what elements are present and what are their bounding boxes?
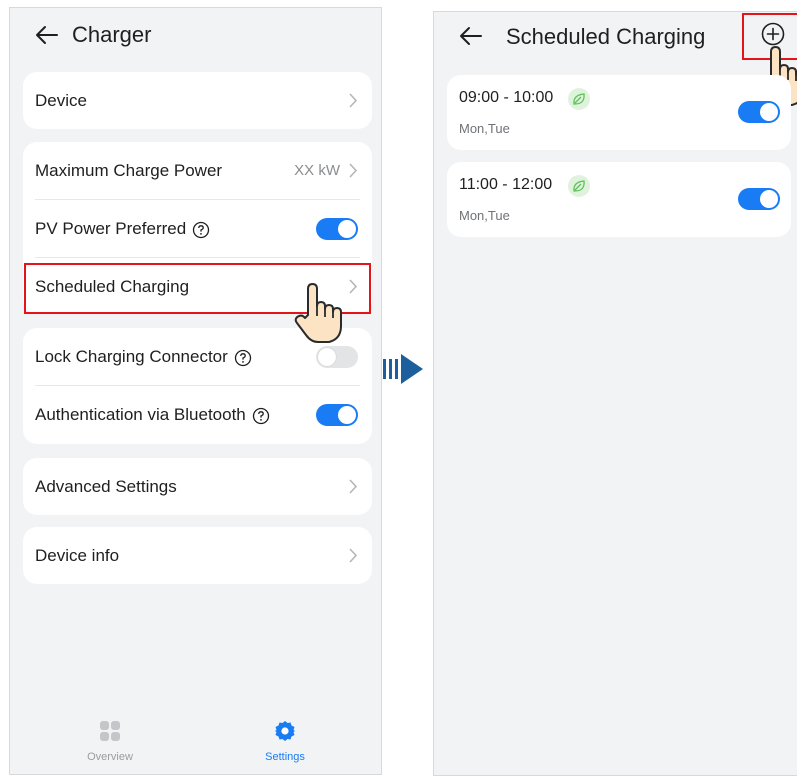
schedule-toggle[interactable]: [738, 101, 780, 123]
page-title: Scheduled Charging: [506, 24, 706, 49]
schedule-time: 11:00 - 12:00: [459, 176, 553, 193]
schedule-item[interactable]: 09:00 - 10:00 Mon,Tue: [447, 75, 791, 150]
security-settings-card: Lock Charging Connector Authentication v…: [23, 328, 372, 444]
max-charge-power-value: XX kW: [294, 162, 340, 179]
device-row[interactable]: Device: [23, 72, 372, 129]
back-arrow-icon[interactable]: [32, 20, 62, 50]
advanced-settings-row[interactable]: Advanced Settings: [23, 458, 372, 515]
back-arrow-icon[interactable]: [456, 21, 486, 51]
nav-overview[interactable]: Overview: [50, 720, 170, 763]
device-label: Device: [35, 91, 87, 110]
flow-arrow-icon: [383, 354, 423, 384]
chevron-right-icon: [349, 93, 358, 108]
overview-grid-icon: [100, 721, 120, 741]
charger-settings-screen: Charger Device Maximum Charge Power XX k…: [9, 7, 382, 775]
chevron-right-icon: [349, 548, 358, 563]
chevron-right-icon: [349, 479, 358, 494]
schedule-time: 09:00 - 10:00: [459, 89, 554, 106]
leaf-icon: [568, 88, 590, 110]
nav-settings-label: Settings: [265, 751, 305, 763]
help-icon[interactable]: [192, 221, 210, 239]
max-charge-power-label: Maximum Charge Power: [35, 161, 223, 180]
schedule-toggle[interactable]: [738, 188, 780, 210]
nav-overview-label: Overview: [87, 751, 133, 763]
bluetooth-authentication-toggle[interactable]: [316, 404, 358, 426]
page-title: Charger: [72, 22, 152, 47]
leaf-icon: [568, 175, 590, 197]
pointing-hand-icon: [294, 283, 342, 343]
bottom-navigation: Overview Settings: [10, 712, 381, 774]
max-charge-power-row[interactable]: Maximum Charge Power XX kW: [23, 142, 372, 199]
schedule-days: Mon,Tue: [459, 208, 510, 223]
pv-power-preferred-label: PV Power Preferred: [35, 219, 187, 238]
pv-power-preferred-row: PV Power Preferred: [23, 200, 372, 257]
lock-charging-connector-toggle[interactable]: [316, 346, 358, 368]
device-info-row[interactable]: Device info: [23, 527, 372, 584]
schedule-days: Mon,Tue: [459, 121, 510, 136]
gear-icon: [275, 721, 295, 741]
chevron-right-icon: [349, 163, 358, 178]
schedule-item[interactable]: 11:00 - 12:00 Mon,Tue: [447, 162, 791, 237]
pv-power-preferred-toggle[interactable]: [316, 218, 358, 240]
help-icon[interactable]: [234, 349, 252, 367]
top-bar: Charger: [10, 8, 381, 60]
device-info-label: Device info: [35, 546, 120, 565]
scheduled-charging-screen: Scheduled Charging 09:00 - 10:00 Mon,Tue…: [433, 11, 797, 776]
help-icon[interactable]: [252, 407, 270, 425]
bluetooth-authentication-row: Authentication via Bluetooth: [23, 386, 372, 443]
nav-settings[interactable]: Settings: [225, 720, 345, 763]
advanced-settings-label: Advanced Settings: [35, 477, 177, 496]
lock-charging-connector-label: Lock Charging Connector: [35, 347, 228, 366]
bluetooth-authentication-label: Authentication via Bluetooth: [35, 405, 246, 424]
